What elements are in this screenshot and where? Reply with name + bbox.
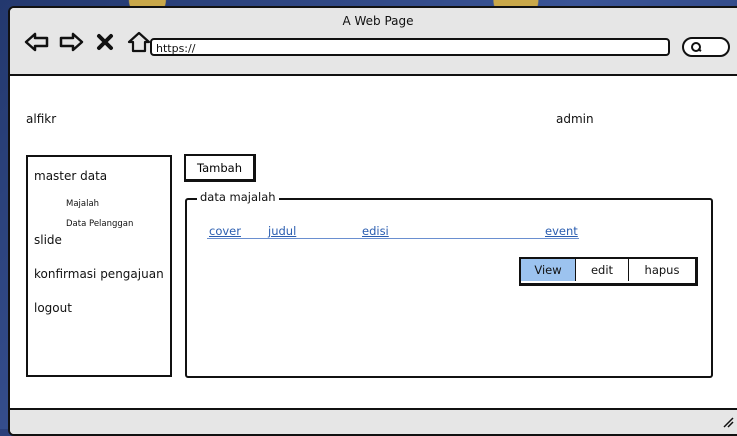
sidebar-item-konfirmasi-pengajuan[interactable]: konfirmasi pengajuan [34, 267, 164, 281]
column-header-cover[interactable]: cover [209, 224, 241, 238]
edit-button[interactable]: edit [576, 259, 629, 281]
status-bar [10, 408, 737, 434]
home-icon[interactable] [126, 29, 152, 55]
add-button[interactable]: Tambah [184, 154, 256, 182]
window-title: A Web Page [342, 14, 414, 28]
header-divider [207, 238, 579, 239]
sidebar-item-majalah[interactable]: Majalah [66, 199, 99, 209]
data-majalah-panel: data majalah cover judul edisi event Vie… [185, 190, 713, 378]
navigation-controls [24, 28, 152, 56]
browser-toolbar: A Web Page https:// [10, 8, 737, 76]
view-button[interactable]: View [521, 259, 576, 281]
panel-title: data majalah [197, 190, 279, 204]
sidebar-item-slide[interactable]: slide [34, 233, 62, 247]
back-arrow-icon[interactable] [24, 29, 50, 55]
row-action-group: View edit hapus [519, 257, 698, 286]
browser-window: A Web Page https:// alfikr admin master … [8, 6, 737, 436]
sidebar-item-logout[interactable]: logout [34, 301, 72, 315]
delete-button[interactable]: hapus [629, 259, 695, 281]
column-header-event[interactable]: event [545, 224, 578, 238]
search-button[interactable] [682, 37, 730, 57]
user-name: admin [556, 112, 594, 126]
search-icon [691, 42, 702, 52]
close-icon[interactable] [92, 29, 118, 55]
brand-name: alfikr [26, 112, 57, 126]
address-bar[interactable]: https:// [150, 38, 670, 56]
resize-handle-icon[interactable] [722, 416, 734, 428]
column-header-edisi[interactable]: edisi [362, 224, 389, 238]
column-header-judul[interactable]: judul [268, 224, 296, 238]
sidebar-item-master-data[interactable]: master data [34, 169, 107, 183]
sidebar: master data Majalah Data Pelanggan slide… [26, 155, 172, 377]
forward-arrow-icon[interactable] [58, 29, 84, 55]
sidebar-item-data-pelanggan[interactable]: Data Pelanggan [66, 219, 133, 229]
